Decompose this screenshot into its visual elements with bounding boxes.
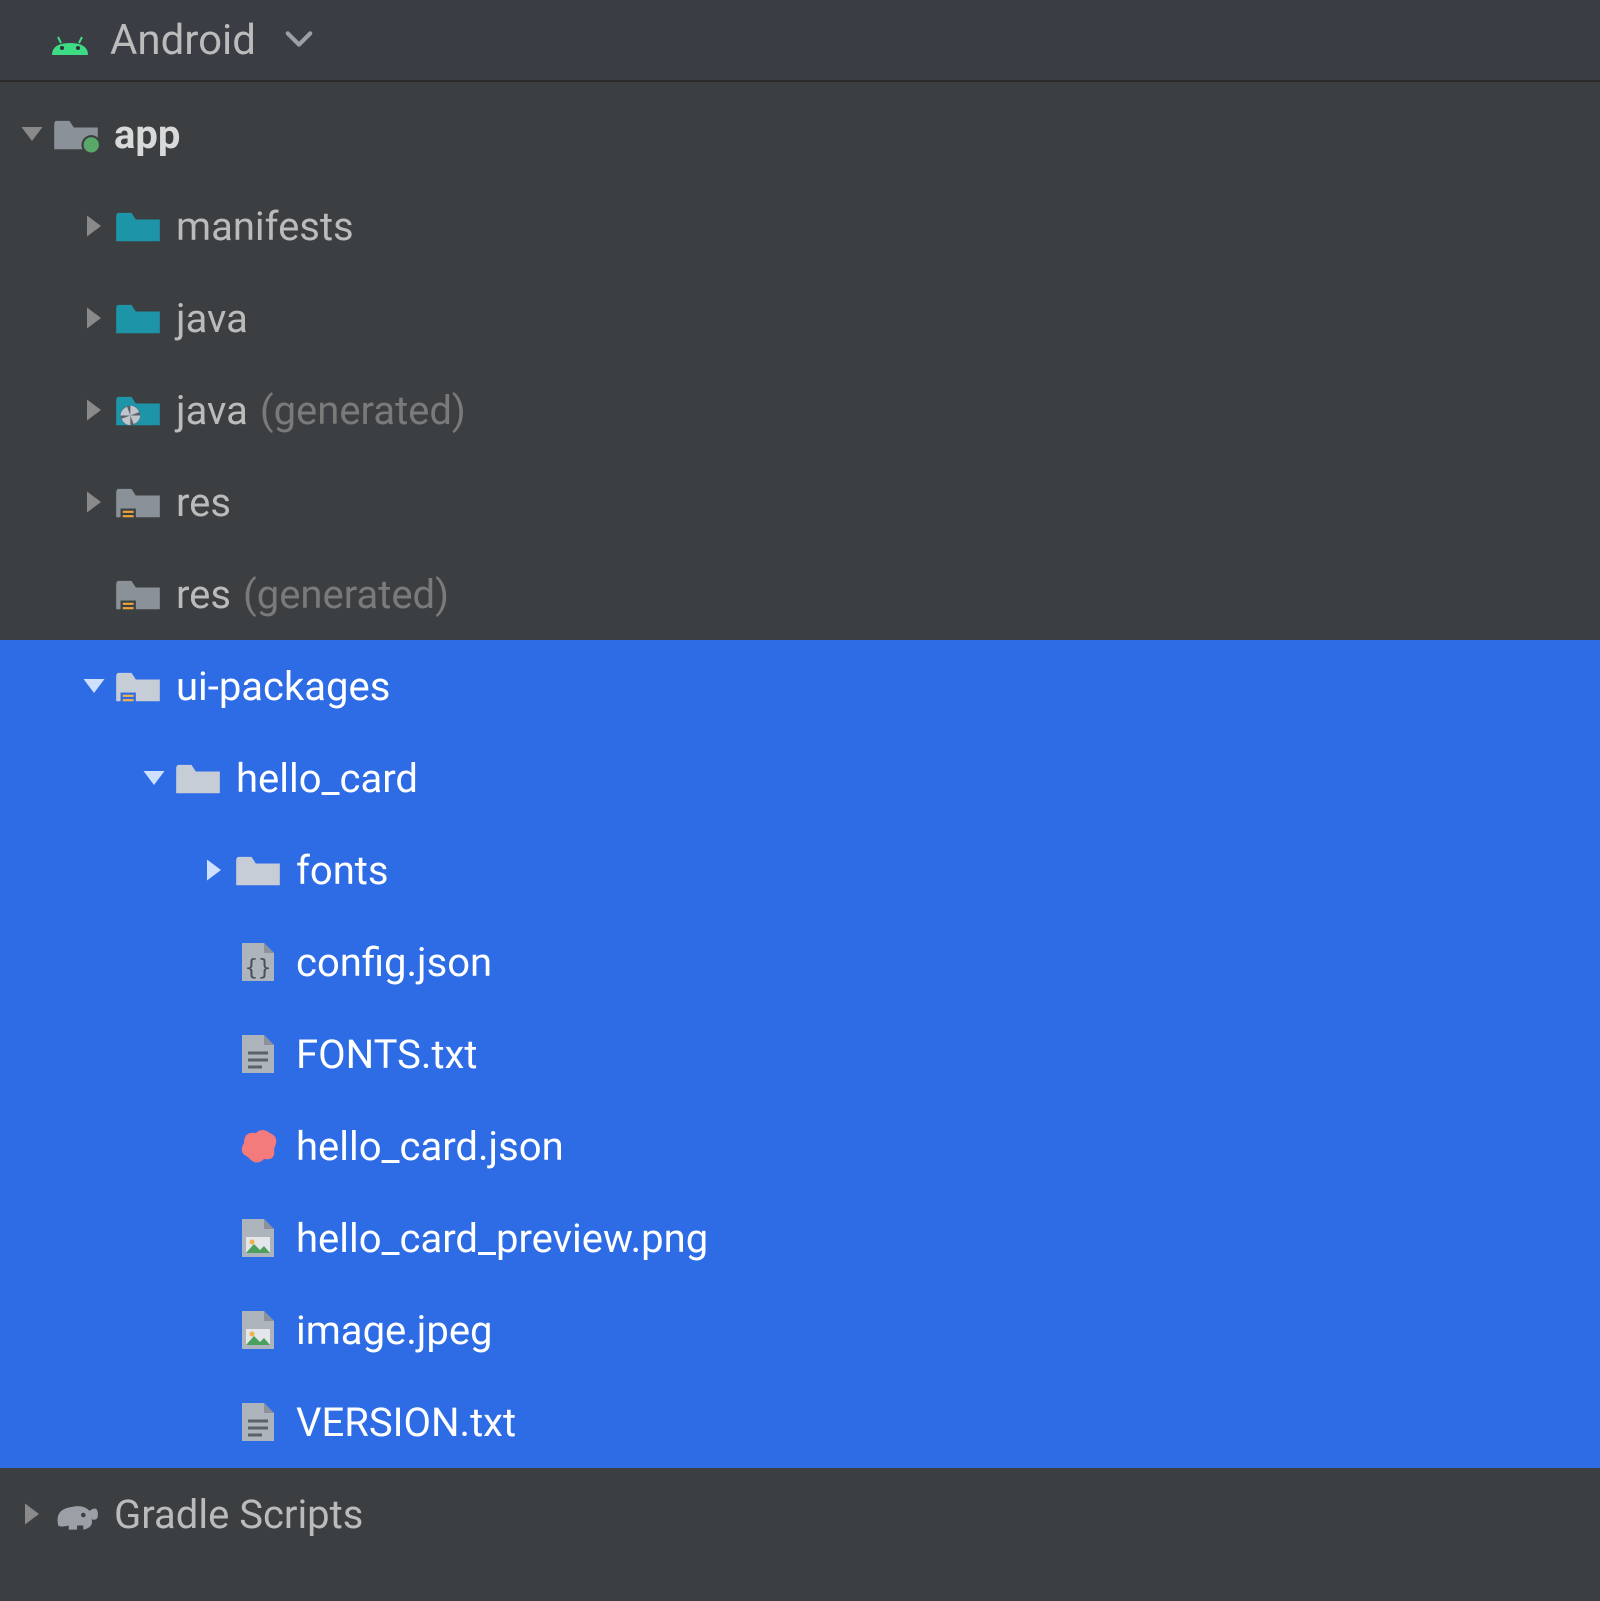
expand-arrow-right-icon[interactable] — [74, 488, 114, 516]
tree-node-hello-card-preview-png[interactable]: hello_card_preview.png — [0, 1192, 1600, 1284]
tree-node-label: config.json — [296, 939, 492, 986]
tree-node-label: res — [176, 571, 231, 618]
resources-folder-icon — [114, 574, 162, 614]
tree-node-hello-card-json[interactable]: hello_card.json — [0, 1100, 1600, 1192]
expand-arrow-right-icon[interactable] — [74, 396, 114, 424]
gradle-icon — [52, 1493, 100, 1535]
generated-folder-icon — [114, 390, 162, 430]
tree-node-config-json[interactable]: config.json — [0, 916, 1600, 1008]
tree-node-label: ui-packages — [176, 663, 390, 710]
expand-arrow-right-icon[interactable] — [12, 1500, 52, 1528]
tree-node-suffix: (generated) — [243, 571, 449, 618]
tree-node-label: app — [114, 111, 180, 158]
expand-arrow-right-icon[interactable] — [194, 856, 234, 884]
image-file-icon — [234, 1217, 282, 1259]
tree-node-suffix: (generated) — [260, 387, 466, 434]
tree-node-label: res — [176, 479, 231, 526]
expand-arrow-down-icon[interactable] — [74, 672, 114, 700]
tree-node-label: hello_card — [236, 755, 418, 802]
project-view-label: Android — [110, 16, 256, 65]
project-tool-window: Android app manifests java java — [0, 0, 1600, 1601]
tree-node-label: java — [176, 387, 248, 434]
expand-arrow-down-icon[interactable] — [134, 764, 174, 792]
chevron-down-icon[interactable] — [284, 17, 314, 64]
tree-node-fonts[interactable]: fonts — [0, 824, 1600, 916]
tree-node-ui-packages[interactable]: ui-packages — [0, 640, 1600, 732]
folder-icon — [114, 206, 162, 246]
tree-node-label: image.jpeg — [296, 1307, 492, 1354]
tree-node-label: fonts — [296, 847, 389, 894]
tree-node-res-generated[interactable]: res (generated) — [0, 548, 1600, 640]
tree-node-java[interactable]: java — [0, 272, 1600, 364]
project-view-header[interactable]: Android — [0, 0, 1600, 82]
relay-file-icon — [234, 1125, 282, 1167]
text-file-icon — [234, 1033, 282, 1075]
tree-node-label: FONTS.txt — [296, 1031, 477, 1078]
tree-node-label: hello_card.json — [296, 1123, 564, 1170]
tree-node-label: hello_card_preview.png — [296, 1215, 708, 1262]
tree-node-manifests[interactable]: manifests — [0, 180, 1600, 272]
text-file-icon — [234, 1401, 282, 1443]
tree-node-version-txt[interactable]: VERSION.txt — [0, 1376, 1600, 1468]
expand-arrow-right-icon[interactable] — [74, 304, 114, 332]
folder-icon — [174, 758, 222, 798]
folder-icon — [114, 298, 162, 338]
tree-node-hello-card[interactable]: hello_card — [0, 732, 1600, 824]
android-icon — [48, 25, 92, 55]
tree-node-label: Gradle Scripts — [114, 1491, 363, 1538]
tree-node-label: VERSION.txt — [296, 1399, 516, 1446]
tree-node-res[interactable]: res — [0, 456, 1600, 548]
resources-folder-icon — [114, 482, 162, 522]
tree-node-image-jpeg[interactable]: image.jpeg — [0, 1284, 1600, 1376]
json-file-icon — [234, 941, 282, 983]
tree-node-fonts-txt[interactable]: FONTS.txt — [0, 1008, 1600, 1100]
expand-arrow-right-icon[interactable] — [74, 212, 114, 240]
resources-folder-icon — [114, 666, 162, 706]
module-folder-icon — [52, 114, 100, 154]
image-file-icon — [234, 1309, 282, 1351]
tree-node-label: java — [176, 295, 248, 342]
project-tree: app manifests java java (generated) res — [0, 82, 1600, 1601]
tree-node-gradle-scripts[interactable]: Gradle Scripts — [0, 1468, 1600, 1560]
tree-node-app[interactable]: app — [0, 88, 1600, 180]
tree-node-java-generated[interactable]: java (generated) — [0, 364, 1600, 456]
folder-icon — [234, 850, 282, 890]
tree-node-label: manifests — [176, 203, 354, 250]
expand-arrow-down-icon[interactable] — [12, 120, 52, 148]
